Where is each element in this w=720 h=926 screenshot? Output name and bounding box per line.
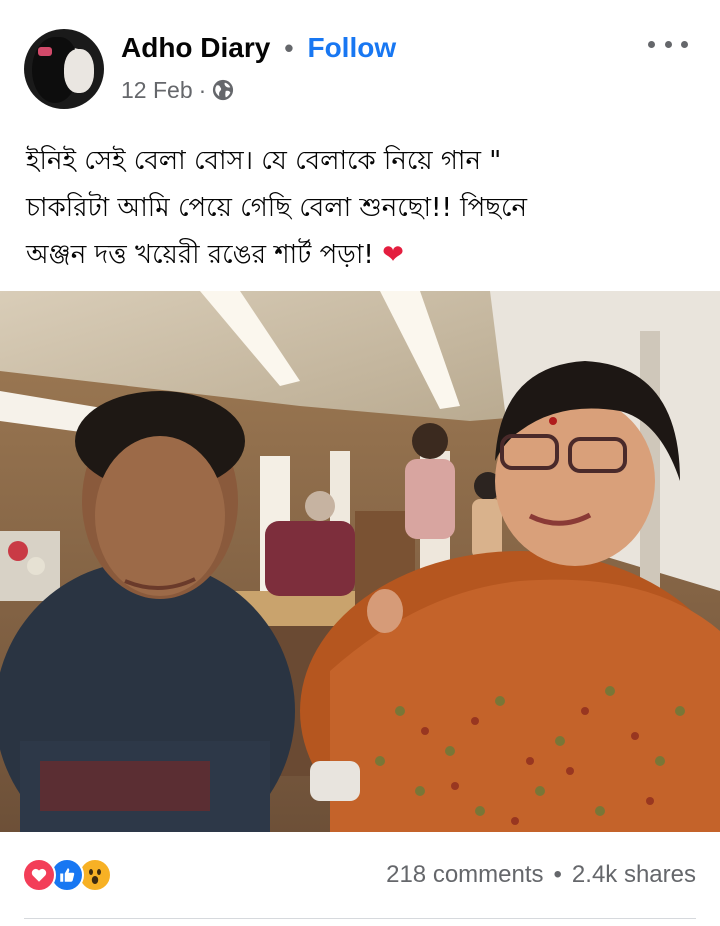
- more-dot: [664, 40, 672, 48]
- name-separator: •: [284, 32, 294, 63]
- avatar-bow-shape: [38, 47, 52, 56]
- page-name-link[interactable]: Adho Diary: [121, 32, 270, 64]
- follow-button[interactable]: Follow: [307, 32, 396, 64]
- caption-line-1: ইনিই সেই বেলা বোস। যে বেলাকে নিয়ে গান ": [26, 146, 502, 176]
- avatar-face-shape: [64, 49, 94, 93]
- shares-count[interactable]: 2.4k shares: [572, 861, 696, 889]
- action-divider: [24, 918, 696, 919]
- post-timestamp[interactable]: 12 Feb: [121, 77, 193, 104]
- name-row: Adho Diary • Follow: [121, 31, 396, 65]
- more-options-icon[interactable]: [648, 32, 688, 56]
- caption-line-3: অঞ্জন দত্ত খয়েরী রঙের শার্ট পড়া! ❤: [26, 232, 698, 279]
- caption-line-3-text: অঞ্জন দত্ত খয়েরী রঙের শার্ট পড়া!: [26, 240, 383, 270]
- post-header: Adho Diary • Follow 12 Feb ·: [0, 0, 720, 120]
- post-caption: ইনিই সেই বেলা বোস। যে বেলাকে নিয়ে গান "…: [26, 138, 698, 279]
- more-dot: [681, 40, 688, 48]
- meta-separator: ·: [198, 76, 207, 103]
- caption-line-2: চাকরিটা আমি পেয়ে গেছি বেলা শুনছো!! পিছন…: [26, 193, 527, 223]
- love-reaction-icon: [22, 858, 56, 892]
- more-dot: [648, 40, 655, 48]
- reaction-summary[interactable]: [22, 858, 132, 892]
- heart-emoji: ❤: [382, 240, 404, 270]
- heart-glyph: [31, 868, 47, 882]
- page-avatar[interactable]: [24, 29, 104, 109]
- post-meta: 12 Feb ·: [121, 76, 234, 104]
- photo-illustration: [0, 291, 720, 832]
- post-photo[interactable]: [0, 291, 720, 832]
- engagement-counts: 218 comments • 2.4k shares: [386, 860, 696, 890]
- globe-icon: [213, 79, 234, 101]
- thumb-glyph: [60, 868, 75, 882]
- counts-separator: •: [553, 861, 562, 888]
- comments-count[interactable]: 218 comments: [386, 861, 543, 889]
- wow-face-glyph: [89, 869, 101, 884]
